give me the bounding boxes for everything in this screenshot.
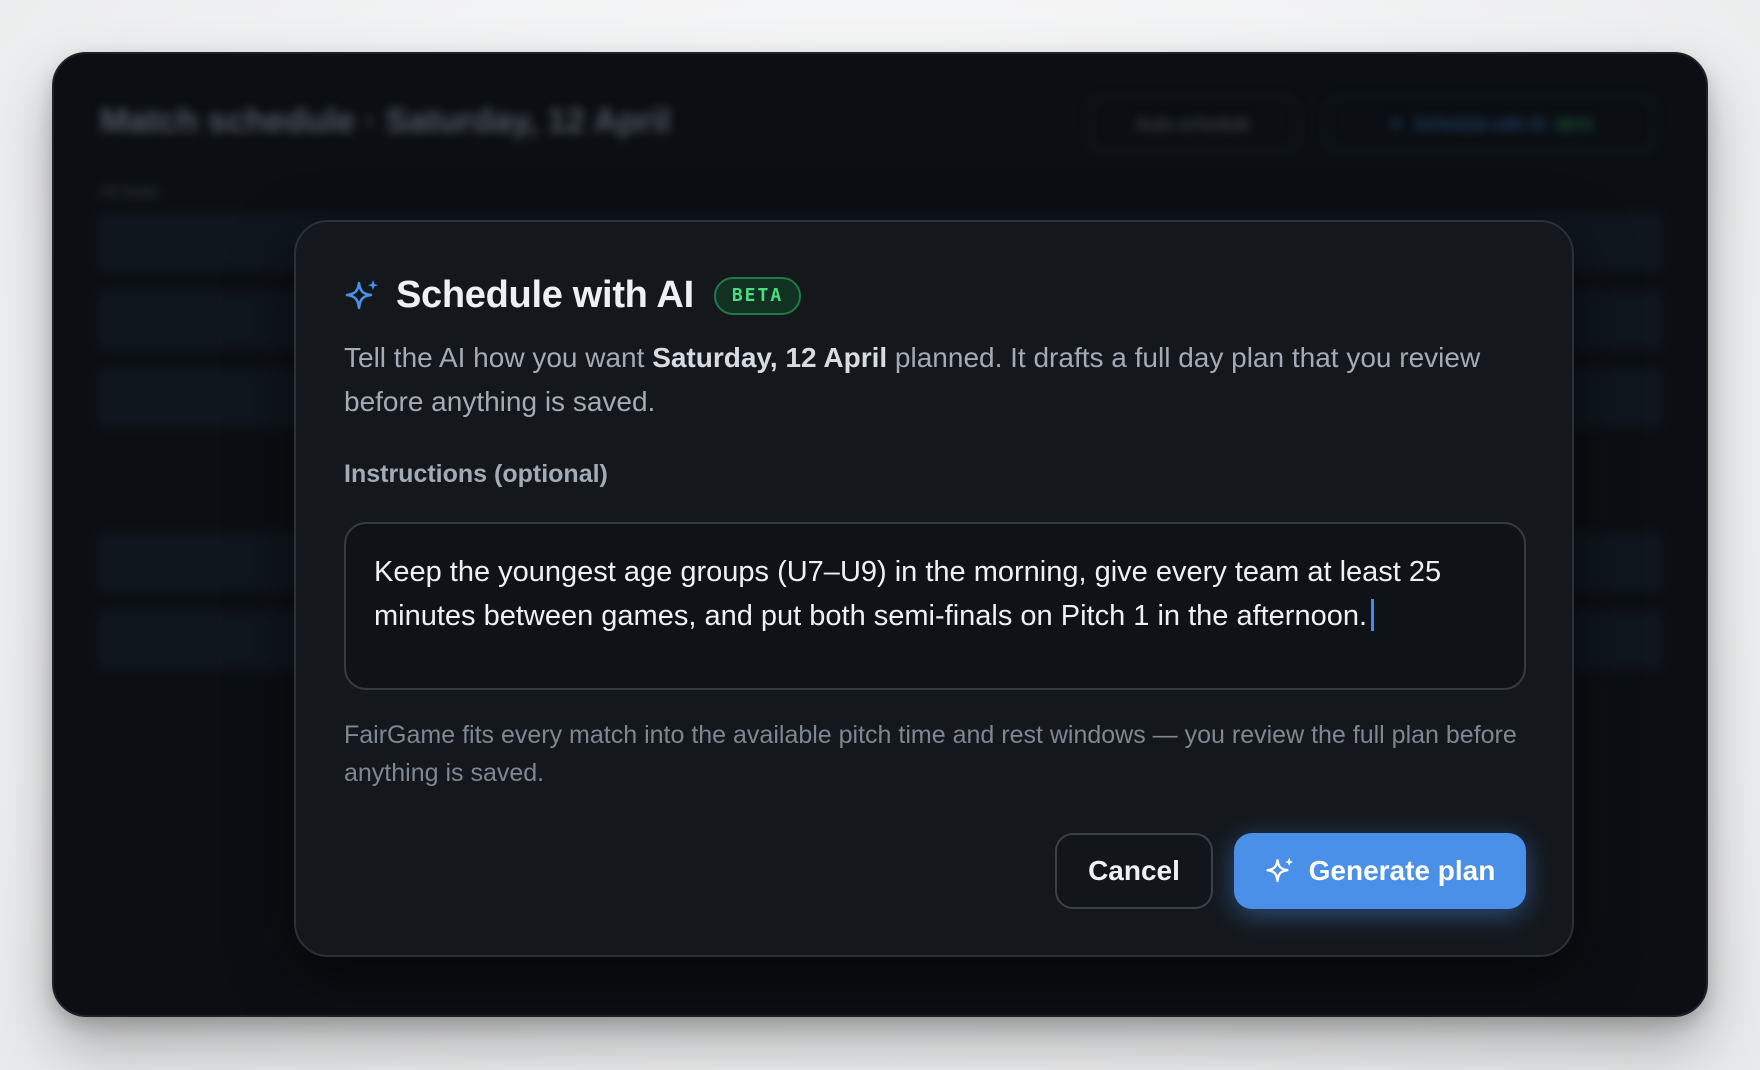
- instructions-textarea[interactable]: Keep the youngest age groups (U7–U9) in …: [344, 522, 1526, 690]
- dialog-title: Schedule with AI: [396, 274, 694, 316]
- schedule-with-ai-dialog: Schedule with AI BETA Tell the AI how yo…: [294, 220, 1574, 957]
- background-sparkle-icon: ✦: [1388, 113, 1404, 134]
- schedule-with-ai-label: Schedule with AI: [1413, 113, 1547, 134]
- app-window: Match schedule · Saturday, 12 April Auto…: [52, 52, 1708, 1017]
- beta-badge: BETA: [713, 276, 802, 315]
- schedule-with-ai-button: ✦ Schedule with AI BETA: [1326, 96, 1656, 152]
- description-date: Saturday, 12 April: [652, 342, 888, 373]
- page-backdrop: Match schedule · Saturday, 12 April Auto…: [0, 0, 1760, 1070]
- generate-plan-button[interactable]: Generate plan: [1234, 833, 1526, 909]
- auto-schedule-button: Auto-schedule: [1088, 96, 1298, 152]
- background-section-label: All fields: [100, 184, 160, 201]
- instructions-label: Instructions (optional): [344, 460, 608, 488]
- sparkle-icon: [1265, 857, 1293, 883]
- instructions-value: Keep the youngest age groups (U7–U9) in …: [374, 556, 1442, 632]
- cancel-button[interactable]: Cancel: [1055, 833, 1213, 909]
- text-caret: [1371, 599, 1375, 631]
- description-text: Tell the AI how you want: [344, 342, 653, 373]
- sparkle-icon: [345, 279, 378, 309]
- dialog-header: Schedule with AI BETA: [344, 274, 802, 317]
- background-page-title: Match schedule · Saturday, 12 April: [100, 102, 671, 140]
- background-beta-badge: BETA: [1556, 116, 1594, 132]
- generate-plan-label: Generate plan: [1308, 855, 1496, 886]
- helper-text: FairGame fits every match into the avail…: [344, 721, 1517, 787]
- dialog-description: Tell the AI how you want Saturday, 12 Ap…: [344, 336, 1524, 424]
